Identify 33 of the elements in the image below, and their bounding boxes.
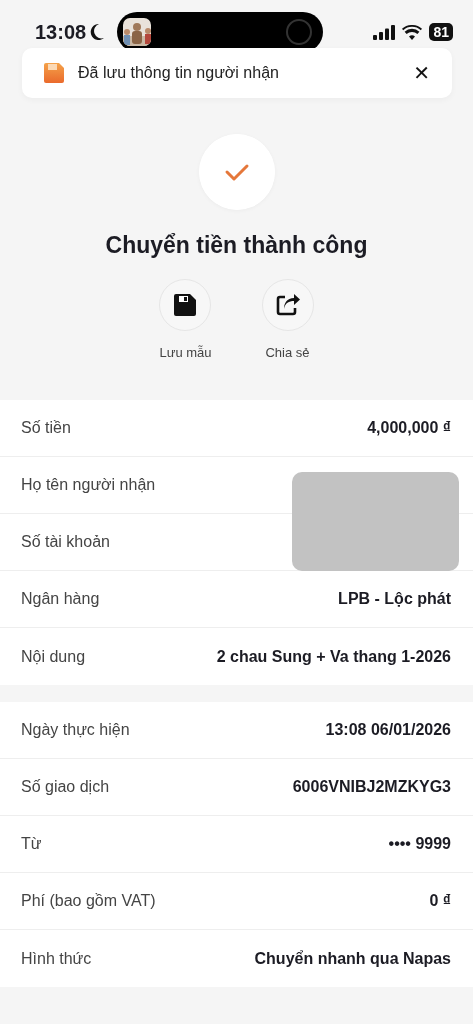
action-label: Chia sẻ [265,345,310,360]
detail-label: Từ [21,835,42,853]
signal-icon [373,24,396,40]
action-label: Lưu mẫu [159,345,212,360]
share-icon [275,294,300,316]
detail-label: Họ tên người nhận [21,476,156,494]
detail-label: Phí (bao gồm VAT) [21,892,156,910]
battery-icon: 81 [429,23,453,41]
detail-value: 4,000,000 ₫ [367,419,451,437]
detail-label: Ngân hàng [21,590,100,608]
detail-value: •••• 9999 [388,835,451,853]
detail-value: Chuyển nhanh qua Napas [254,949,451,968]
check-icon [198,134,275,210]
detail-value: LPB - Lộc phát [338,590,451,608]
detail-label: Ngày thực hiện [21,721,130,739]
detail-value: 13:08 06/01/2026 [325,721,451,739]
status-time: 13:08 [35,20,87,44]
detail-value: 2 chau Sung + Va thang 1-2026 [216,647,451,666]
detail-label: Hình thức [21,949,92,968]
camera-icon [285,18,314,46]
wifi-icon [402,24,423,40]
detail-value: 6006VNIBJ2MZKYG3 [292,778,451,796]
detail-label: Số tiền [21,419,71,437]
success-title: Chuyển tiền thành công [105,232,368,259]
detail-label: Số tài khoản [21,533,110,551]
detail-label: Số giao dịch [21,778,110,796]
notification-text: Đã lưu thông tin người nhận [78,64,279,82]
moon-icon [89,23,106,41]
close-button[interactable]: ✕ [413,61,430,85]
detail-value: 0 ₫ [429,892,451,910]
save-icon [174,294,197,316]
save-icon [44,63,64,83]
detail-label: Nội dung [21,647,86,666]
